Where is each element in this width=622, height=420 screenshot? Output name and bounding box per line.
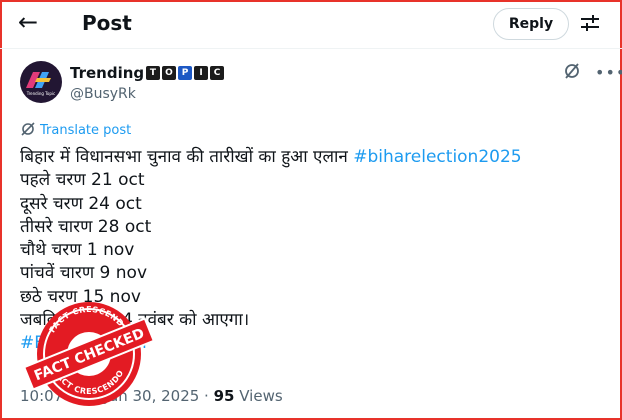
more-dots-icon[interactable]: ••• — [595, 65, 622, 81]
post-line: पांचवें चारण 9 nov — [20, 262, 610, 285]
badge-letter: C — [210, 66, 224, 80]
post-line: तीसरे चारण 28 oct — [20, 216, 610, 239]
sliders-icon[interactable] — [580, 13, 600, 37]
badge-letter: T — [146, 66, 160, 80]
post-line-text: बिहार में विधानसभा चुनाव की तारीखों का ह… — [20, 147, 354, 167]
post-line: बिहार में विधानसभा चुनाव की तारीखों का ह… — [20, 146, 610, 169]
post-line-text: चौथे चरण 1 nov — [20, 240, 135, 261]
badge-letter: I — [194, 66, 208, 80]
author-name[interactable]: Trending — [70, 63, 144, 83]
avatar-caption: Trending Topic — [26, 91, 56, 96]
views-count: 95 — [213, 387, 235, 405]
fact-checked-stamp: FACT CRESCENDO FACT CRESCENDO FACT CHECK… — [22, 302, 156, 406]
author-handle[interactable]: @BusyRk — [70, 85, 136, 103]
post-line-text: दूसरे चरण 24 oct — [20, 193, 142, 214]
avatar-logo — [26, 72, 51, 88]
topic-badges: T O P I C — [146, 66, 224, 80]
reply-button[interactable]: Reply — [493, 8, 569, 40]
top-bar: ← Post Reply — [0, 0, 622, 48]
translate-icon — [20, 121, 36, 141]
header-divider — [0, 48, 622, 49]
badge-letter: O — [162, 66, 176, 80]
avatar[interactable]: Trending Topic — [20, 61, 62, 103]
grok-icon[interactable] — [563, 62, 581, 84]
post-actions: ••• — [563, 62, 622, 84]
hashtag-link[interactable]: #biharelection2025 — [353, 147, 521, 167]
badge-letter: P — [178, 66, 192, 80]
post-line-text: तीसरे चारण 28 oct — [20, 216, 152, 237]
post-line: पहले चरण 21 oct — [20, 169, 610, 192]
translate-post-link[interactable]: Translate post — [20, 121, 131, 141]
post-line-text: पांचवें चारण 9 nov — [20, 263, 148, 284]
arrow-left-icon[interactable]: ← — [18, 8, 38, 36]
views-label: Views — [234, 387, 283, 405]
post-line-text: पहले चरण 21 oct — [20, 170, 145, 191]
post-line: चौथे चरण 1 nov — [20, 239, 610, 262]
page-title: Post — [82, 11, 132, 35]
post-line: दूसरे चरण 24 oct — [20, 193, 610, 216]
translate-label: Translate post — [40, 123, 132, 138]
